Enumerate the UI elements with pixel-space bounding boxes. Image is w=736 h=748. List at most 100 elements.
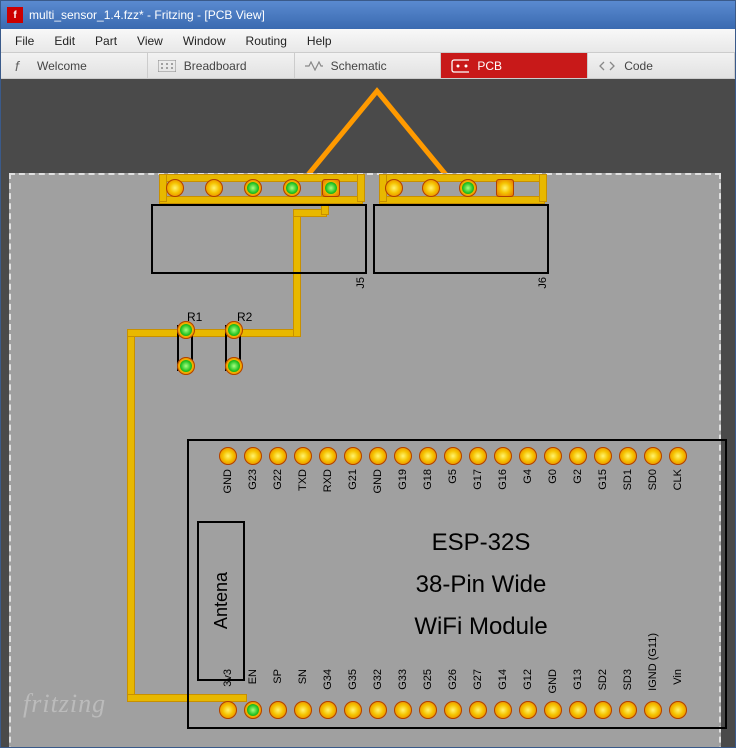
pad-top-SD1[interactable] <box>619 447 637 465</box>
tab-pcb[interactable]: PCB <box>441 53 588 78</box>
pad-top-G5[interactable] <box>444 447 462 465</box>
pad-bot-SD2[interactable] <box>594 701 612 719</box>
pad-r2-b[interactable] <box>225 357 243 375</box>
pinlabel-top-G5: G5 <box>447 469 459 484</box>
pad-top-G17[interactable] <box>469 447 487 465</box>
pad-j5-3[interactable] <box>244 179 262 197</box>
tab-label: Welcome <box>37 59 87 73</box>
pad-r2-a[interactable] <box>225 321 243 339</box>
menu-help[interactable]: Help <box>297 34 342 48</box>
pad-top-G4[interactable] <box>519 447 537 465</box>
pad-bot-SP[interactable] <box>269 701 287 719</box>
pad-top-TXD[interactable] <box>294 447 312 465</box>
pad-bot-G25[interactable] <box>419 701 437 719</box>
titlebar[interactable]: f multi_sensor_1.4.fzz* - Fritzing - [PC… <box>1 1 735 29</box>
window-title: multi_sensor_1.4.fzz* - Fritzing - [PCB … <box>29 8 265 22</box>
pad-bot-G32[interactable] <box>369 701 387 719</box>
pad-bot-IGND (G11)[interactable] <box>644 701 662 719</box>
pad-bot-SD3[interactable] <box>619 701 637 719</box>
pinlabel-top-G17: G17 <box>472 469 484 490</box>
pad-j6-2[interactable] <box>422 179 440 197</box>
app-icon: f <box>7 7 23 23</box>
pcb-workspace[interactable]: J5 J6 R1 R2 <box>1 79 735 747</box>
pinlabel-bot-G32: G32 <box>372 669 384 690</box>
pad-r1-b[interactable] <box>177 357 195 375</box>
tab-code[interactable]: Code <box>588 53 735 78</box>
pinlabel-top-CLK: CLK <box>672 469 684 490</box>
pinlabel-bot-G34: G34 <box>322 669 334 690</box>
pinlabel-bot-SN: SN <box>297 669 309 684</box>
menu-view[interactable]: View <box>127 34 173 48</box>
pad-bot-Vin[interactable] <box>669 701 687 719</box>
tab-schematic[interactable]: Schematic <box>295 53 442 78</box>
pad-r1-a[interactable] <box>177 321 195 339</box>
pad-bot-G33[interactable] <box>394 701 412 719</box>
pad-top-G16[interactable] <box>494 447 512 465</box>
pad-top-RXD[interactable] <box>319 447 337 465</box>
pad-top-G2[interactable] <box>569 447 587 465</box>
resistor-r2[interactable] <box>225 325 241 371</box>
pad-j5-1[interactable] <box>166 179 184 197</box>
pinlabel-bot-G26: G26 <box>447 669 459 690</box>
menu-window[interactable]: Window <box>173 34 236 48</box>
module-pins: 38-Pin Wide <box>331 571 631 599</box>
header-j6-silkscreen[interactable] <box>373 204 549 274</box>
pinlabel-bot-G25: G25 <box>422 669 434 690</box>
pinlabel-top-RXD: RXD <box>322 469 334 492</box>
pad-j5-4[interactable] <box>283 179 301 197</box>
menu-part[interactable]: Part <box>85 34 127 48</box>
pad-bot-SN[interactable] <box>294 701 312 719</box>
pad-top-G23[interactable] <box>244 447 262 465</box>
tab-breadboard[interactable]: Breadboard <box>148 53 295 78</box>
trace[interactable] <box>127 329 135 699</box>
pad-bot-G27[interactable] <box>469 701 487 719</box>
pad-j5-2[interactable] <box>205 179 223 197</box>
pinlabel-bot-SD2: SD2 <box>597 669 609 690</box>
tab-welcome[interactable]: f Welcome <box>1 53 148 78</box>
trace[interactable] <box>379 196 545 204</box>
pad-bot-G35[interactable] <box>344 701 362 719</box>
antena-box[interactable]: Antena <box>197 521 245 681</box>
pinlabel-top-G21: G21 <box>347 469 359 490</box>
pad-top-G19[interactable] <box>394 447 412 465</box>
breadboard-icon <box>158 60 176 72</box>
menu-routing[interactable]: Routing <box>236 34 297 48</box>
svg-text:f: f <box>15 59 21 73</box>
pad-j6-3[interactable] <box>459 179 477 197</box>
trace[interactable] <box>357 174 365 202</box>
pad-bot-G26[interactable] <box>444 701 462 719</box>
pad-bot-G34[interactable] <box>319 701 337 719</box>
pad-top-G18[interactable] <box>419 447 437 465</box>
pinlabel-top-G2: G2 <box>572 469 584 484</box>
module-name: ESP-32S <box>331 529 631 557</box>
pad-top-G15[interactable] <box>594 447 612 465</box>
menu-edit[interactable]: Edit <box>44 34 85 48</box>
trace[interactable] <box>159 196 363 204</box>
pad-bot-G12[interactable] <box>519 701 537 719</box>
pad-top-G22[interactable] <box>269 447 287 465</box>
pad-top-G21[interactable] <box>344 447 362 465</box>
pcb-canvas[interactable]: J5 J6 R1 R2 <box>1 79 735 747</box>
pinlabel-top-SD0: SD0 <box>647 469 659 490</box>
pad-bot-GND[interactable] <box>544 701 562 719</box>
pad-bot-EN[interactable] <box>244 701 262 719</box>
pad-j5-5[interactable] <box>322 179 340 197</box>
pinlabel-bot-SD3: SD3 <box>622 669 634 690</box>
pad-top-G0[interactable] <box>544 447 562 465</box>
pad-bot-G14[interactable] <box>494 701 512 719</box>
pad-top-GND[interactable] <box>219 447 237 465</box>
header-j5-silkscreen[interactable] <box>151 204 367 274</box>
pad-bot-G13[interactable] <box>569 701 587 719</box>
tab-label: Code <box>624 59 653 73</box>
pad-j6-4[interactable] <box>496 179 514 197</box>
pinlabel-top-G23: G23 <box>247 469 259 490</box>
pad-top-CLK[interactable] <box>669 447 687 465</box>
trace[interactable] <box>127 329 299 337</box>
pad-top-GND[interactable] <box>369 447 387 465</box>
menu-file[interactable]: File <box>5 34 44 48</box>
pad-j6-1[interactable] <box>385 179 403 197</box>
pad-top-SD0[interactable] <box>644 447 662 465</box>
resistor-r1[interactable] <box>177 325 193 371</box>
trace[interactable] <box>539 174 547 202</box>
pad-bot-3v3[interactable] <box>219 701 237 719</box>
